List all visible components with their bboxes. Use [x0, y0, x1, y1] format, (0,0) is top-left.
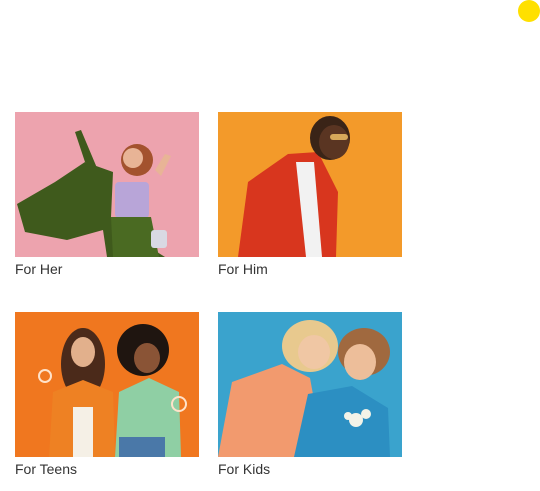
accent-dot — [518, 0, 540, 22]
two-teens-blowing-bubbles-photo[interactable] — [15, 312, 199, 457]
category-tile-kids[interactable]: For Kids — [218, 312, 402, 477]
category-label-kids[interactable]: For Kids — [218, 461, 402, 477]
category-tile-her[interactable]: For Her — [15, 112, 199, 277]
woman-dancing-green-suit-photo[interactable] — [15, 112, 199, 257]
category-label-her[interactable]: For Her — [15, 261, 199, 277]
category-tile-him[interactable]: For Him — [218, 112, 402, 277]
category-label-teens[interactable]: For Teens — [15, 461, 199, 477]
category-label-him[interactable]: For Him — [218, 261, 402, 277]
category-tile-teens[interactable]: For Teens — [15, 312, 199, 477]
two-kids-hugging-photo[interactable] — [218, 312, 402, 457]
man-laughing-red-jacket-photo[interactable] — [218, 112, 402, 257]
